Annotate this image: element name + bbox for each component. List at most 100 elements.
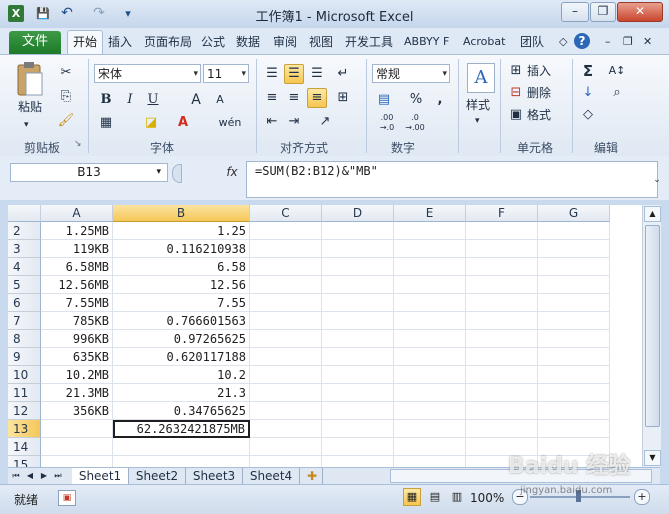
- accounting-format-icon[interactable]: ▤: [374, 90, 394, 110]
- cell-d12[interactable]: [322, 402, 394, 420]
- format-cells-icon[interactable]: ▣: [506, 105, 526, 125]
- last-sheet-icon[interactable]: ⏭: [52, 468, 64, 484]
- cell-e13[interactable]: [394, 420, 466, 438]
- cell-c2[interactable]: [250, 222, 322, 240]
- cell-f9[interactable]: [466, 348, 538, 366]
- increase-indent-icon[interactable]: ⇥: [284, 112, 304, 132]
- align-left-icon[interactable]: ≡: [262, 88, 282, 108]
- cell-f5[interactable]: [466, 276, 538, 294]
- cell-g8[interactable]: [538, 330, 610, 348]
- cell-d13[interactable]: [322, 420, 394, 438]
- doc-minimize-icon[interactable]: –: [602, 32, 614, 52]
- column-header-f[interactable]: F: [466, 205, 538, 222]
- cell-f2[interactable]: [466, 222, 538, 240]
- delete-cells-button[interactable]: 删除: [527, 85, 551, 101]
- cell-g10[interactable]: [538, 366, 610, 384]
- percent-button[interactable]: %: [406, 90, 426, 110]
- vertical-scrollbar[interactable]: ▲ ▼: [642, 205, 661, 467]
- scroll-up-icon[interactable]: ▲: [644, 206, 661, 222]
- tab-view[interactable]: 视图: [306, 32, 336, 52]
- grow-font-button[interactable]: A: [186, 90, 206, 110]
- paste-button[interactable]: 粘贴: [18, 99, 42, 115]
- insert-cells-button[interactable]: 插入: [527, 63, 551, 79]
- cell-d15[interactable]: [322, 456, 394, 467]
- format-painter-icon[interactable]: 🖌: [56, 111, 76, 131]
- cell-a8[interactable]: 996KB: [41, 330, 113, 348]
- cell-e6[interactable]: [394, 294, 466, 312]
- cell-a9[interactable]: 635KB: [41, 348, 113, 366]
- column-header-d[interactable]: D: [322, 205, 394, 222]
- macro-record-icon[interactable]: ▣: [58, 490, 76, 506]
- align-right-icon[interactable]: ≡: [307, 88, 327, 108]
- page-break-view-icon[interactable]: ▥: [448, 488, 466, 506]
- tab-developer[interactable]: 开发工具: [342, 32, 396, 52]
- row-header[interactable]: 11: [8, 384, 41, 402]
- cell-b8[interactable]: 0.97265625: [113, 330, 250, 348]
- cell-b9[interactable]: 0.620117188: [113, 348, 250, 366]
- cell-a15[interactable]: [41, 456, 113, 467]
- cell-c14[interactable]: [250, 438, 322, 456]
- column-header-b[interactable]: B: [113, 205, 250, 222]
- close-button[interactable]: ✕: [617, 2, 663, 22]
- column-header-a[interactable]: A: [41, 205, 113, 222]
- row-header[interactable]: 8: [8, 330, 41, 348]
- tab-team[interactable]: 团队: [517, 32, 547, 52]
- sheet-tab-sheet4[interactable]: Sheet4: [243, 468, 300, 484]
- cell-f10[interactable]: [466, 366, 538, 384]
- insert-cells-icon[interactable]: ⊞: [506, 61, 526, 81]
- fill-color-icon[interactable]: ◪: [141, 113, 161, 133]
- clipboard-launcher-icon[interactable]: ↘: [74, 139, 82, 149]
- row-header[interactable]: 9: [8, 348, 41, 366]
- cell-e3[interactable]: [394, 240, 466, 258]
- cell-f7[interactable]: [466, 312, 538, 330]
- row-header[interactable]: 7: [8, 312, 41, 330]
- row-header[interactable]: 6: [8, 294, 41, 312]
- row-header[interactable]: 4: [8, 258, 41, 276]
- cell-f8[interactable]: [466, 330, 538, 348]
- cell-e9[interactable]: [394, 348, 466, 366]
- formula-bar-resize-handle[interactable]: [172, 164, 182, 183]
- cell-g4[interactable]: [538, 258, 610, 276]
- cell-f6[interactable]: [466, 294, 538, 312]
- phonetic-button[interactable]: wén: [216, 113, 244, 133]
- styles-button[interactable]: 样式: [466, 97, 490, 113]
- tab-formulas[interactable]: 公式: [198, 32, 228, 52]
- cell-b7[interactable]: 0.766601563: [113, 312, 250, 330]
- cell-d4[interactable]: [322, 258, 394, 276]
- cell-b2[interactable]: 1.25: [113, 222, 250, 240]
- cell-g5[interactable]: [538, 276, 610, 294]
- styles-dropdown-icon[interactable]: ▾: [475, 113, 480, 129]
- bold-button[interactable]: B: [96, 90, 116, 110]
- cell-d9[interactable]: [322, 348, 394, 366]
- new-sheet-icon[interactable]: ✚: [302, 468, 323, 484]
- cell-c6[interactable]: [250, 294, 322, 312]
- cell-c9[interactable]: [250, 348, 322, 366]
- cell-b15[interactable]: [113, 456, 250, 467]
- restore-button[interactable]: ❐: [590, 2, 616, 22]
- row-header[interactable]: 2: [8, 222, 41, 240]
- scroll-down-icon[interactable]: ▼: [644, 450, 661, 466]
- cell-g13[interactable]: [538, 420, 610, 438]
- cell-d2[interactable]: [322, 222, 394, 240]
- font-color-icon[interactable]: A: [173, 113, 193, 133]
- cell-c11[interactable]: [250, 384, 322, 402]
- formula-input[interactable]: =SUM(B2:B12)&"MB": [246, 161, 658, 198]
- select-all-corner[interactable]: [8, 205, 41, 222]
- cell-a4[interactable]: 6.58MB: [41, 258, 113, 276]
- zoom-level[interactable]: 100%: [470, 491, 504, 505]
- cell-g9[interactable]: [538, 348, 610, 366]
- format-cells-button[interactable]: 格式: [527, 107, 551, 123]
- cell-d14[interactable]: [322, 438, 394, 456]
- merge-center-icon[interactable]: ⊞: [333, 88, 353, 108]
- scroll-thumb[interactable]: [645, 225, 660, 427]
- cell-g2[interactable]: [538, 222, 610, 240]
- cell-a5[interactable]: 12.56MB: [41, 276, 113, 294]
- cell-g6[interactable]: [538, 294, 610, 312]
- cell-e8[interactable]: [394, 330, 466, 348]
- cell-f11[interactable]: [466, 384, 538, 402]
- column-header-c[interactable]: C: [250, 205, 322, 222]
- orientation-icon[interactable]: ↗: [315, 112, 335, 132]
- cell-e14[interactable]: [394, 438, 466, 456]
- copy-icon[interactable]: ⎘: [56, 87, 76, 107]
- cell-c12[interactable]: [250, 402, 322, 420]
